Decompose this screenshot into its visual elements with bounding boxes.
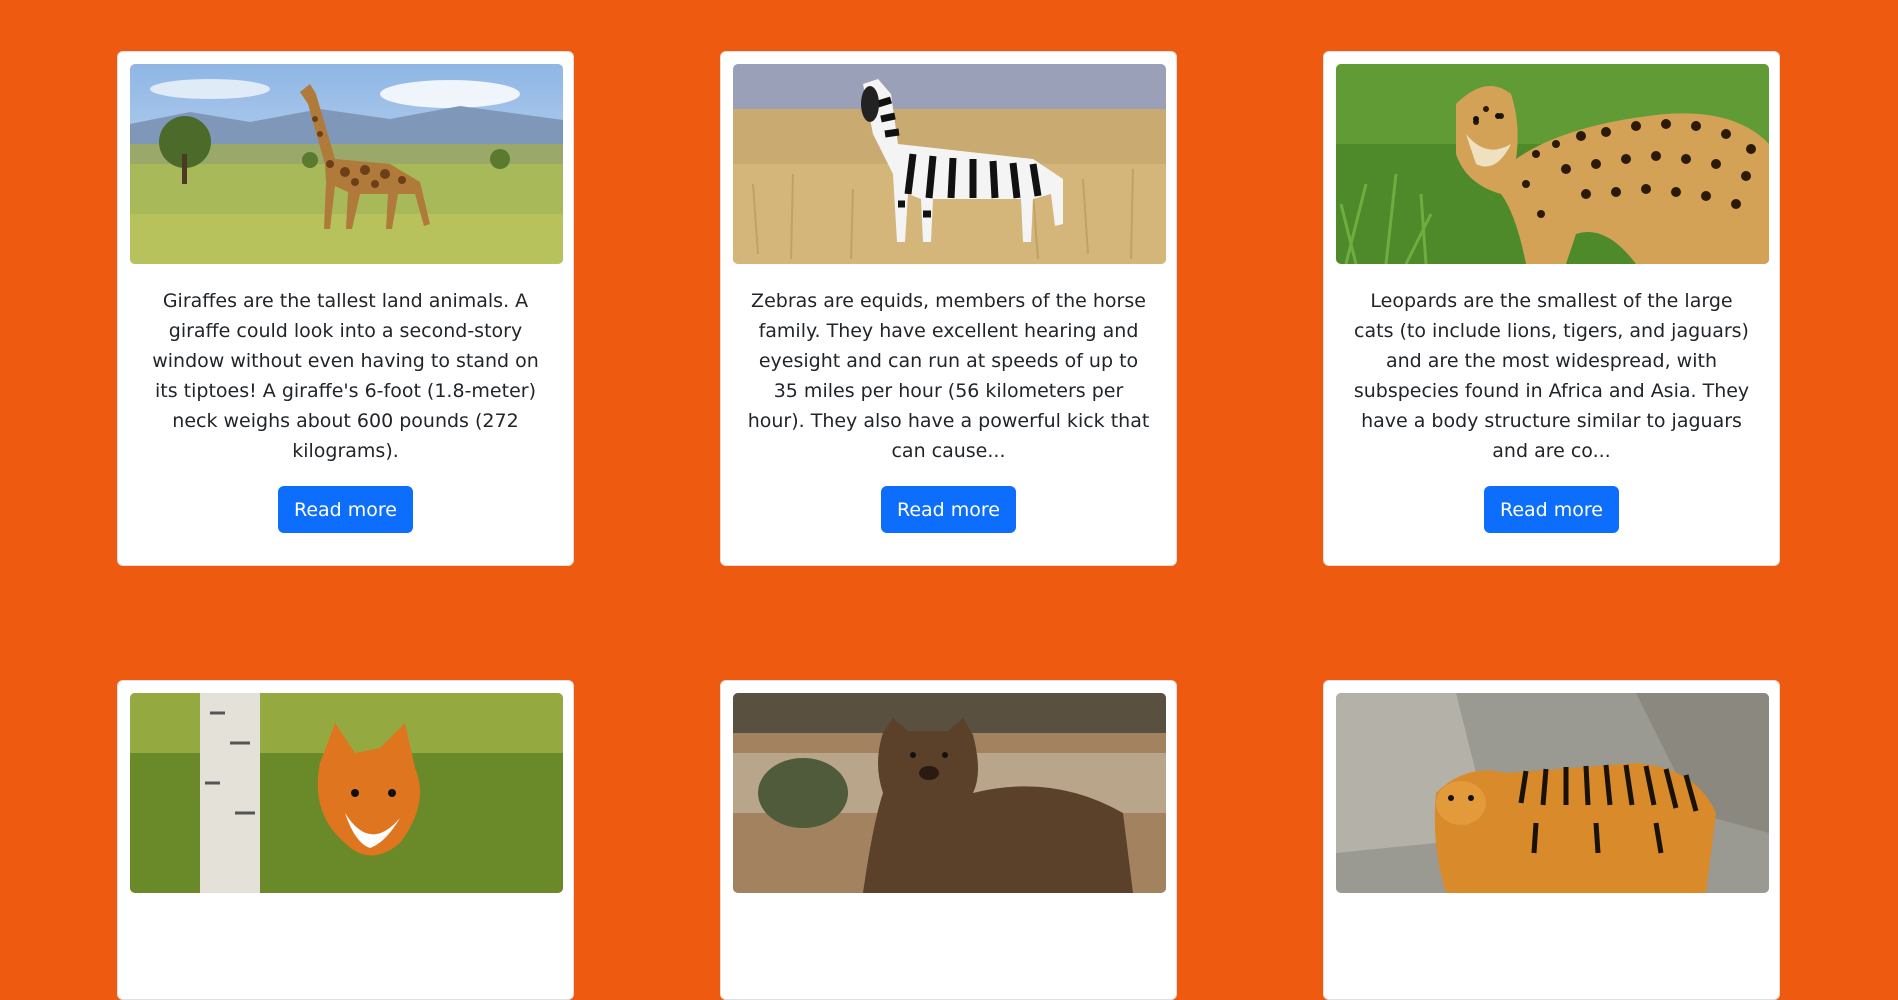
- giraffe-description: Giraffes are the tallest land animals. A…: [152, 290, 539, 462]
- animal-card-leopard: Leopards are the smallest of the large c…: [1323, 51, 1780, 566]
- animal-card-giraffe: Giraffes are the tallest land animals. A…: [117, 51, 574, 566]
- zebra-description: Zebras are equids, members of the horse …: [747, 290, 1150, 462]
- animal-card-bear: [720, 680, 1177, 1000]
- tiger-image: [1336, 693, 1769, 893]
- zebra-image: [733, 64, 1166, 264]
- animal-card-fox: [117, 680, 574, 1000]
- fox-image: [130, 693, 563, 893]
- read-more-button-leopard[interactable]: Read more: [1484, 486, 1619, 533]
- read-more-button-giraffe[interactable]: Read more: [278, 486, 413, 533]
- animal-card-tiger: [1323, 680, 1780, 1000]
- read-more-button-zebra[interactable]: Read more: [881, 486, 1016, 533]
- leopard-image: [1336, 64, 1769, 264]
- animal-card-zebra: Zebras are equids, members of the horse …: [720, 51, 1177, 566]
- leopard-description: Leopards are the smallest of the large c…: [1353, 290, 1750, 462]
- bear-image: [733, 693, 1166, 893]
- giraffe-image: [130, 64, 563, 264]
